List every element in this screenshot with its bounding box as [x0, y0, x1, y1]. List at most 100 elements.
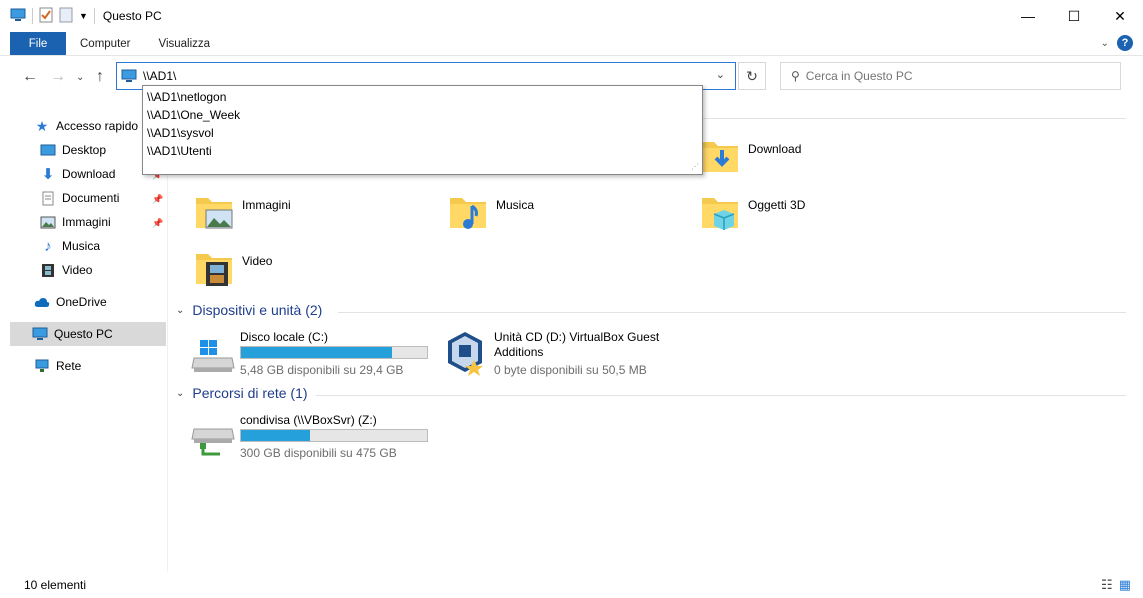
search-input[interactable] — [805, 69, 1106, 83]
this-pc-icon[interactable] — [10, 8, 26, 25]
drive-c[interactable]: Disco locale (C:) 5,48 GB disponibili su… — [190, 330, 430, 378]
collapse-chevron-icon: ⌄ — [176, 304, 185, 316]
folder-download[interactable]: Download — [700, 136, 801, 179]
sidebar-item-video[interactable]: Video — [40, 258, 92, 282]
tab-file[interactable]: File — [10, 32, 66, 55]
folder-label: Immagini — [242, 198, 291, 212]
music-folder-icon — [448, 192, 490, 235]
sidebar-item-desktop[interactable]: Desktop — [40, 138, 106, 162]
network-drive-icon — [190, 421, 236, 460]
forward-arrow-icon[interactable]: → — [50, 68, 66, 86]
desktop-icon — [40, 142, 56, 158]
ribbon-tabs: File Computer Visualizza ⌄ ? — [0, 32, 1143, 56]
expand-ribbon-chevron-icon[interactable]: ⌄ — [1101, 38, 1109, 49]
tab-visualizza[interactable]: Visualizza — [145, 32, 225, 55]
pictures-icon — [40, 214, 56, 230]
maximize-button[interactable]: ☐ — [1051, 0, 1097, 32]
drive-d[interactable]: Unità CD (D:) VirtualBox Guest Additions… — [444, 330, 704, 378]
drive-name: Unità CD (D:) VirtualBox Guest — [494, 330, 660, 344]
up-arrow-icon[interactable]: ↑ — [96, 68, 104, 86]
search-icon: ⚲ — [791, 69, 800, 83]
section-header-network[interactable]: ⌄ Percorsi di rete (1) — [176, 385, 308, 401]
sidebar-item-immagini[interactable]: Immagini — [40, 210, 111, 234]
quick-access-toolbar: ▼ — [0, 7, 95, 26]
toolbar-divider — [32, 8, 33, 24]
autocomplete-item[interactable]: \\AD1\One_Week — [143, 106, 702, 124]
sidebar-item-quick-access[interactable]: ★ Accesso rapido — [34, 114, 138, 138]
details-view-icon[interactable]: ☷ — [1101, 577, 1113, 593]
download-arrow-icon: ⬇ — [41, 166, 55, 183]
sidebar-item-musica[interactable]: ♪ Musica — [40, 234, 100, 258]
3d-objects-folder-icon — [700, 192, 742, 235]
section-header-devices[interactable]: ⌄ Dispositivi e unità (2) — [176, 302, 322, 318]
refresh-icon: ↻ — [746, 67, 758, 84]
sidebar-item-documenti[interactable]: Documenti — [40, 186, 119, 210]
sidebar-item-download[interactable]: ⬇ Download — [40, 162, 116, 186]
drive-name: condivisa (\\VBoxSvr) (Z:) — [240, 413, 377, 427]
sidebar-item-onedrive[interactable]: OneDrive — [34, 290, 107, 314]
computer-icon — [32, 326, 48, 342]
back-arrow-icon[interactable]: ← — [22, 68, 38, 86]
address-autocomplete-dropdown: \\AD1\netlogon \\AD1\One_Week \\AD1\sysv… — [142, 85, 703, 175]
sidebar-item-rete[interactable]: Rete — [34, 354, 81, 378]
drive-name: Disco locale (C:) — [240, 330, 329, 344]
drive-usage-bar — [240, 429, 428, 442]
sidebar-item-label: Download — [62, 167, 116, 181]
pin-icon[interactable]: 📌 — [152, 194, 163, 205]
close-button[interactable]: ✕ — [1097, 0, 1143, 32]
download-folder-icon — [700, 136, 742, 179]
sidebar-item-label: OneDrive — [56, 295, 107, 309]
video-folder-icon — [194, 248, 236, 291]
address-history-chevron-icon[interactable]: ⌄ — [716, 68, 725, 81]
item-count: 10 elementi — [24, 578, 87, 592]
customize-toolbar-chevron-icon[interactable]: ▼ — [79, 11, 88, 21]
section-title: Dispositivi e unità (2) — [192, 302, 323, 318]
pictures-folder-icon — [194, 192, 236, 235]
autocomplete-item[interactable]: \\AD1\netlogon — [143, 88, 702, 106]
autocomplete-item[interactable]: \\AD1\Utenti — [143, 142, 702, 160]
drive-usage-bar — [240, 346, 428, 359]
sidebar-item-label: Rete — [56, 359, 82, 373]
tab-computer[interactable]: Computer — [66, 32, 145, 55]
minimize-button[interactable]: — — [1005, 0, 1051, 32]
drive-usage-fill — [241, 347, 392, 358]
folder-label: Download — [748, 142, 802, 156]
folder-immagini[interactable]: Immagini — [194, 192, 291, 235]
virtualbox-cd-icon — [444, 330, 486, 379]
recent-locations-chevron-icon[interactable]: ⌄ — [76, 72, 84, 83]
sidebar-item-label: Video — [62, 263, 93, 277]
sidebar-item-label: Musica — [62, 239, 101, 253]
refresh-button[interactable]: ↻ — [738, 62, 766, 90]
sidebar-item-questo-pc[interactable]: Questo PC — [10, 322, 166, 346]
autocomplete-item[interactable]: \\AD1\sysvol — [143, 124, 702, 142]
new-folder-icon[interactable] — [59, 7, 73, 26]
sidebar-item-label: Immagini — [62, 215, 111, 229]
document-icon — [40, 190, 56, 206]
navigation-pane: ★ Accesso rapido Desktop 📌 ⬇ Download 📌 … — [0, 110, 168, 572]
section-title: Percorsi di rete (1) — [192, 385, 308, 401]
section-divider — [338, 312, 1126, 313]
title-bar: ▼ Questo PC — ☐ ✕ — [0, 0, 1143, 32]
folder-label: Musica — [496, 198, 535, 212]
drive-free-space: 0 byte disponibili su 50,5 MB — [494, 363, 647, 377]
resize-grip-icon[interactable]: ⋰ — [691, 162, 699, 171]
drive-free-space: 300 GB disponibili su 475 GB — [240, 446, 397, 460]
help-button[interactable]: ? — [1117, 35, 1133, 51]
address-input[interactable] — [143, 69, 703, 83]
local-disk-windows-icon — [190, 338, 236, 377]
search-box[interactable]: ⚲ — [780, 62, 1121, 90]
folder-musica[interactable]: Musica — [448, 192, 534, 235]
music-note-icon: ♪ — [44, 237, 52, 255]
sidebar-item-label: Accesso rapido — [56, 119, 139, 133]
folder-video[interactable]: Video — [194, 248, 272, 291]
large-icons-view-icon[interactable]: ▦ — [1119, 577, 1131, 593]
drive-free-space: 5,48 GB disponibili su 29,4 GB — [240, 363, 404, 377]
folder-label: Oggetti 3D — [748, 198, 806, 212]
cloud-icon — [34, 294, 50, 310]
pin-icon[interactable]: 📌 — [152, 218, 163, 229]
network-drive-z[interactable]: condivisa (\\VBoxSvr) (Z:) 300 GB dispon… — [190, 413, 430, 461]
properties-icon[interactable] — [39, 7, 53, 26]
sidebar-item-label: Questo PC — [54, 327, 113, 341]
section-divider — [316, 395, 1126, 396]
folder-oggetti-3d[interactable]: Oggetti 3D — [700, 192, 805, 235]
